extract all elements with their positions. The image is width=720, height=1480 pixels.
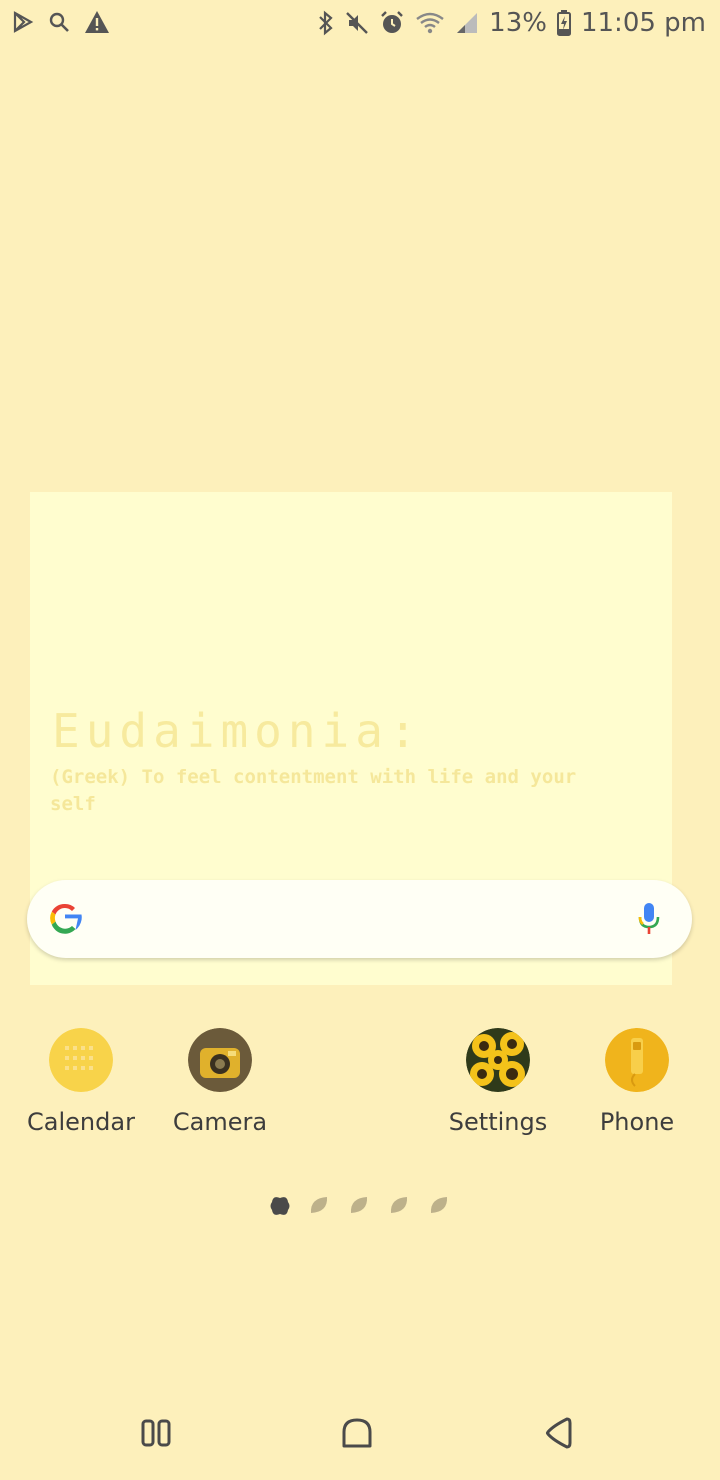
status-bar: 13% 11:05 pm — [0, 0, 720, 48]
page-indicator — [270, 1196, 448, 1215]
home-button[interactable] — [341, 1412, 373, 1454]
clock: 11:05 pm — [580, 8, 706, 38]
bluetooth-icon — [317, 10, 335, 36]
mute-icon — [345, 11, 369, 35]
search-icon — [48, 11, 70, 33]
widget-body: (Greek) To feel contentment with life an… — [50, 766, 577, 815]
widget-title: Eudaimonia: — [52, 704, 423, 758]
page-dot[interactable] — [430, 1196, 448, 1214]
camera-icon[interactable] — [188, 1028, 252, 1092]
app-label: Camera — [172, 1108, 268, 1136]
battery-percent: 13% — [489, 8, 547, 38]
page-dot-active[interactable] — [270, 1196, 290, 1215]
app-label: Calendar — [27, 1108, 135, 1136]
app-label: Settings — [448, 1108, 548, 1136]
back-button[interactable] — [543, 1412, 575, 1454]
google-icon[interactable] — [47, 900, 83, 936]
calendar-icon[interactable] — [49, 1028, 113, 1092]
page-dot[interactable] — [350, 1196, 368, 1214]
wifi-icon — [415, 11, 445, 35]
warning-icon — [84, 10, 110, 34]
app-label: Phone — [599, 1108, 675, 1136]
settings-icon[interactable] — [466, 1028, 530, 1092]
page-dot[interactable] — [310, 1196, 328, 1214]
app-settings[interactable]: Settings — [428, 1028, 568, 1136]
google-search-bar[interactable] — [27, 880, 692, 958]
battery-charging-icon — [556, 10, 571, 36]
page-dot[interactable] — [390, 1196, 408, 1214]
mic-icon[interactable] — [638, 902, 660, 936]
alarm-icon — [379, 10, 405, 36]
recents-button[interactable] — [140, 1412, 172, 1454]
play-store-icon — [12, 11, 34, 33]
signal-icon — [455, 11, 479, 35]
app-calendar[interactable]: Calendar — [11, 1028, 151, 1136]
phone-icon[interactable] — [605, 1028, 669, 1092]
app-phone[interactable]: Phone — [567, 1028, 707, 1136]
app-camera[interactable]: Camera — [150, 1028, 290, 1136]
